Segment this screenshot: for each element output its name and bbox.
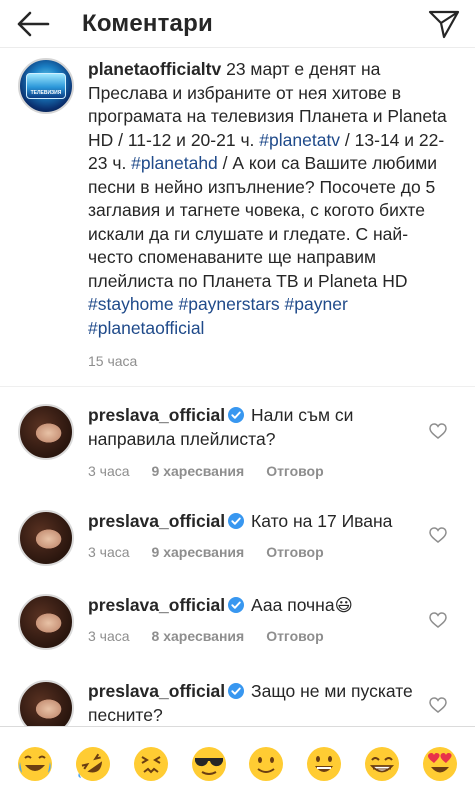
heart-icon[interactable]	[429, 527, 447, 543]
heart-icon[interactable]	[429, 423, 447, 439]
comment-body: preslava_official Нали съм си направила …	[88, 404, 418, 479]
verified-badge-icon	[228, 597, 245, 613]
hashtag-link[interactable]: #payner	[285, 294, 348, 314]
comment-username[interactable]: preslava_official	[88, 511, 225, 531]
emoji-joy-icon[interactable]	[15, 744, 55, 784]
comment-time: 3 часа	[88, 543, 130, 560]
page-title: Коментари	[82, 9, 213, 37]
caption-segment: / А кои са Вашите любими песни в нейно и…	[88, 153, 438, 291]
emoji-rofl-icon[interactable]	[73, 744, 113, 784]
comment-item: preslava_official Като на 17 Ивана 3 час…	[0, 510, 475, 566]
reply-button[interactable]: Отговор	[266, 463, 323, 479]
comment-text: Ааа почна😃	[251, 595, 353, 615]
back-button[interactable]	[6, 0, 60, 48]
comment-body: preslava_official Като на 17 Ивана 3 час…	[88, 510, 418, 566]
comment-body: preslava_official Ааа почна😃 3 часа 8 ха…	[88, 594, 418, 650]
emoji-slight-smile-icon[interactable]	[246, 744, 286, 784]
emoji-sunglasses-icon[interactable]	[189, 744, 229, 784]
hashtag-link[interactable]: #planetatv	[259, 130, 340, 150]
avatar[interactable]	[18, 510, 74, 566]
reply-button[interactable]: Отговор	[266, 544, 323, 560]
hashtag-link[interactable]: #paynerstars	[178, 294, 279, 314]
comment-meta: 3 часа 8 харесвания Отговор	[88, 628, 418, 644]
emoji-beaming-icon[interactable]	[362, 744, 402, 784]
hashtag-link[interactable]: #stayhome	[88, 294, 174, 314]
emoji-reaction-bar	[0, 726, 475, 800]
comment-meta: 3 часа 9 харесвания Отговор	[88, 463, 418, 479]
paper-plane-icon	[428, 10, 460, 39]
caption-username[interactable]: planetaofficialtv	[88, 59, 221, 79]
caption-time: 15 часа	[88, 353, 138, 369]
comment-item: preslava_official Нали съм си направила …	[0, 404, 475, 479]
caption-body: 23 март е денят на Преслава и избраните …	[88, 59, 447, 338]
heart-icon[interactable]	[429, 697, 447, 713]
hashtag-link[interactable]: #planetahd	[131, 153, 218, 173]
top-bar: Коментари	[0, 0, 475, 48]
comment-time: 3 часа	[88, 627, 130, 644]
comment-text: Като на 17 Ивана	[251, 511, 393, 531]
likes-count[interactable]: 9 харесвания	[152, 544, 245, 560]
comment-meta: 3 часа 9 харесвания Отговор	[88, 544, 418, 560]
likes-count[interactable]: 8 харесвания	[152, 628, 245, 644]
comment-username[interactable]: preslava_official	[88, 595, 225, 615]
back-arrow-icon	[17, 11, 50, 36]
emoji-grinning-icon[interactable]	[304, 744, 344, 784]
avatar[interactable]: ТЕЛЕВИЗИЯ	[18, 58, 74, 114]
likes-count[interactable]: 9 харесвания	[152, 463, 245, 479]
post-caption: ТЕЛЕВИЗИЯ planetaofficialtv 23 март е де…	[0, 58, 475, 374]
reply-button[interactable]: Отговор	[266, 628, 323, 644]
verified-badge-icon	[228, 513, 245, 529]
tv-logo-icon: ТЕЛЕВИЗИЯ	[26, 73, 66, 99]
comment-item: preslava_official Ааа почна😃 3 часа 8 ха…	[0, 594, 475, 650]
comment-time: 3 часа	[88, 463, 130, 479]
verified-badge-icon	[228, 683, 245, 699]
avatar[interactable]	[18, 594, 74, 650]
caption-text: planetaofficialtv 23 март е денят на Пре…	[88, 58, 450, 374]
comment-username[interactable]: preslava_official	[88, 405, 225, 425]
comment-username[interactable]: preslava_official	[88, 681, 225, 701]
divider	[0, 386, 475, 387]
planeta-logo-avatar: ТЕЛЕВИЗИЯ	[18, 58, 74, 114]
emoji-heart-eyes-icon[interactable]	[420, 744, 460, 784]
emoji-persevering-icon[interactable]	[131, 744, 171, 784]
direct-message-button[interactable]	[425, 6, 463, 42]
heart-icon[interactable]	[429, 612, 447, 628]
verified-badge-icon	[228, 407, 245, 423]
hashtag-link[interactable]: #planetaofficial	[88, 318, 204, 338]
avatar[interactable]	[18, 404, 74, 460]
